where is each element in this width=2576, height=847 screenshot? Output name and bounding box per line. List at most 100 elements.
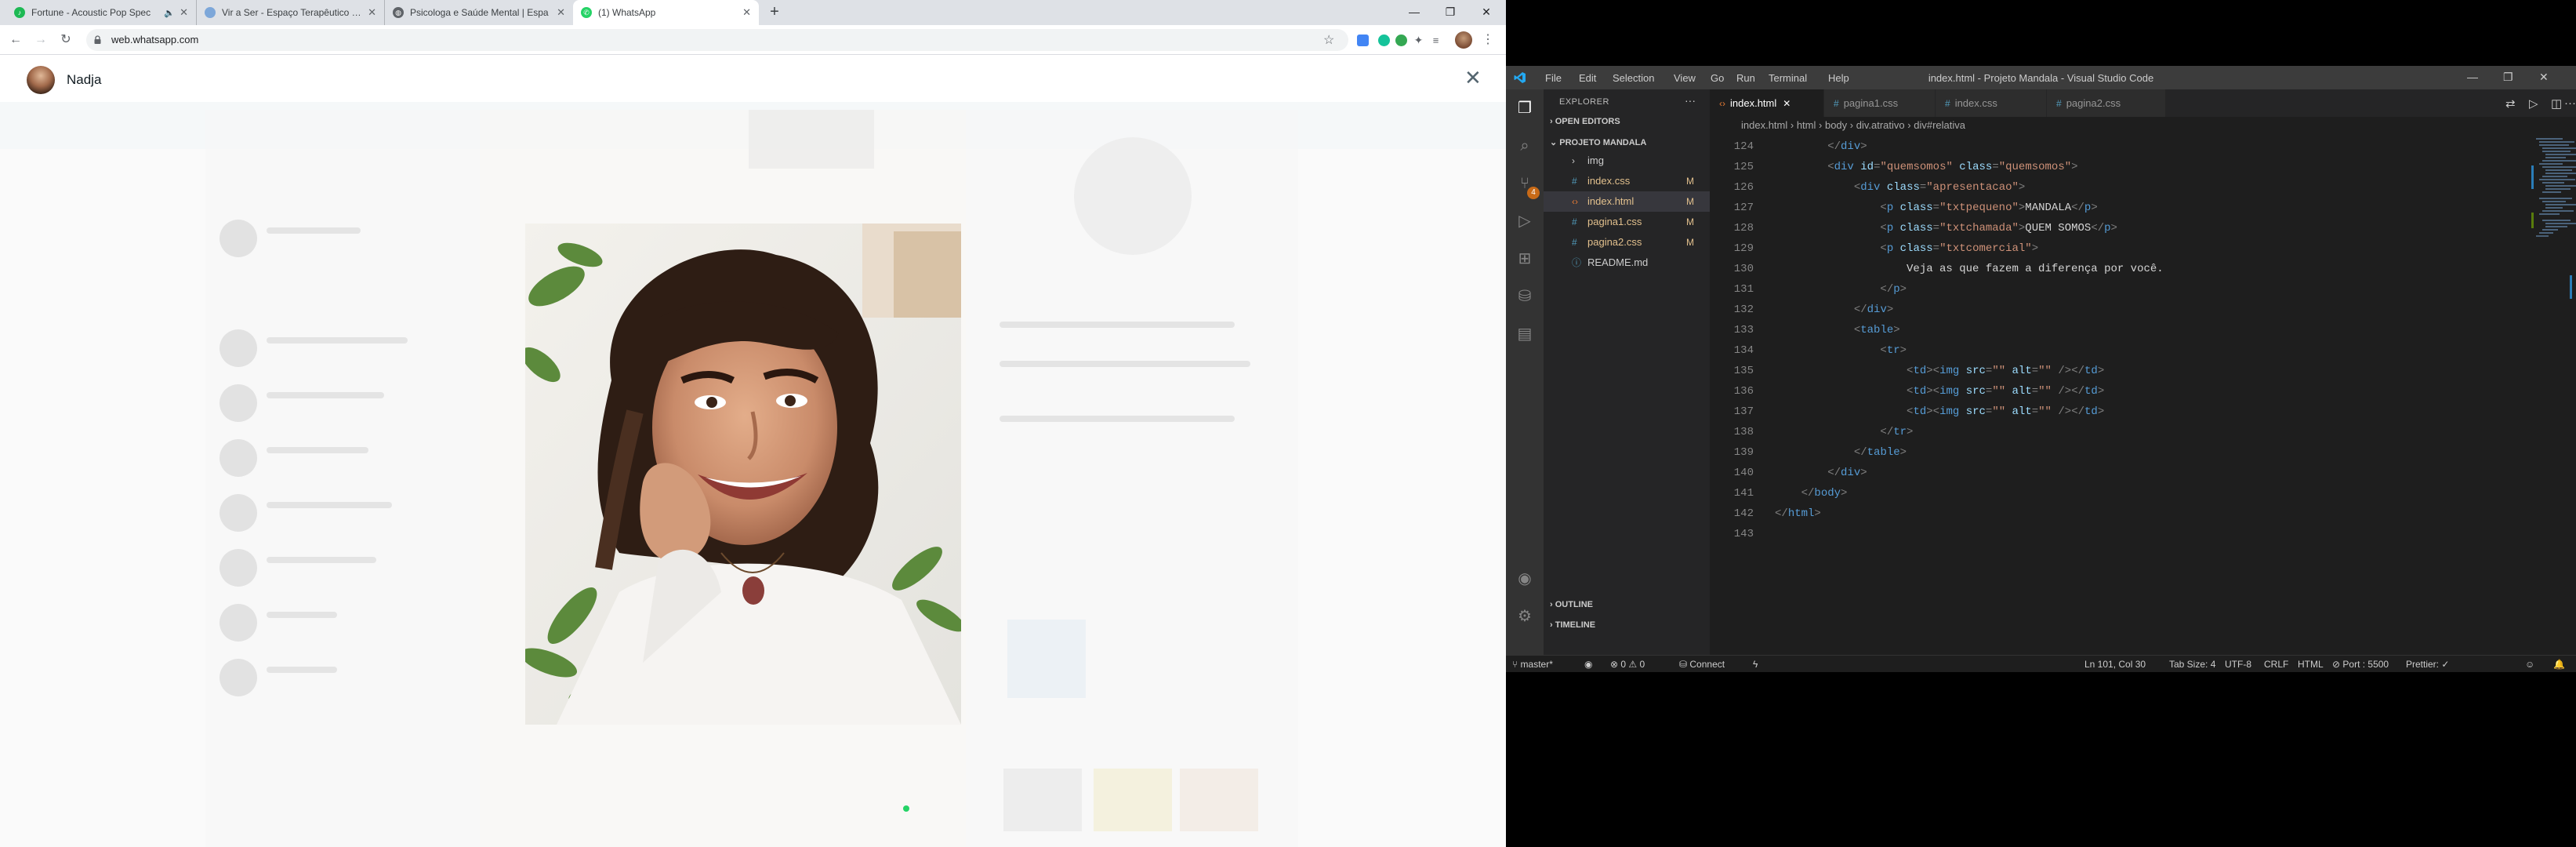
- kebab-menu-icon[interactable]: ⋮: [1482, 31, 1494, 47]
- audio-icon[interactable]: 🔈: [164, 8, 175, 18]
- media-queue-icon[interactable]: ≡: [1430, 35, 1442, 46]
- connect-item[interactable]: ⛁ Connect: [1679, 656, 1725, 673]
- close-tab-icon[interactable]: ✕: [180, 6, 188, 19]
- run-debug-icon[interactable]: ▷: [1515, 212, 1534, 231]
- editor-tab-pagina2-css[interactable]: # pagina2.css: [2047, 89, 2166, 117]
- browser-tab-spotify[interactable]: ♪ Fortune - Acoustic Pop Spec 🔈 ✕: [6, 0, 197, 25]
- code-line[interactable]: <p class="txtcomercial">: [1775, 242, 2038, 255]
- address-bar[interactable]: web.whatsapp.com: [86, 29, 1348, 51]
- feedback-icon[interactable]: ☺: [2525, 656, 2534, 673]
- close-tab-icon[interactable]: ✕: [557, 6, 565, 19]
- bookmark-star-icon[interactable]: ☆: [1323, 32, 1334, 48]
- extensions-icon[interactable]: ⊞: [1515, 249, 1534, 268]
- lock-icon[interactable]: [93, 35, 102, 44]
- new-tab-button[interactable]: +: [765, 3, 784, 22]
- code-line[interactable]: </html>: [1775, 507, 1821, 520]
- code-line[interactable]: Veja as que fazem a diferença por você.: [1775, 263, 2164, 275]
- tree-file-pagina2-css[interactable]: # pagina2.css M: [1544, 232, 1710, 253]
- tab-size[interactable]: Tab Size: 4: [2169, 656, 2215, 673]
- forward-arrow-icon[interactable]: →: [31, 31, 50, 49]
- split-editor-icon[interactable]: ◫: [2551, 96, 2562, 111]
- grammarly-icon[interactable]: [1378, 35, 1390, 46]
- contact-avatar[interactable]: [27, 66, 55, 94]
- minimize-button[interactable]: —: [2467, 71, 2478, 83]
- close-icon[interactable]: ✕: [1464, 66, 1482, 90]
- profile-avatar[interactable]: [1455, 31, 1472, 49]
- reload-icon[interactable]: ↻: [56, 31, 75, 49]
- code-line[interactable]: <p class="txtchamada">QUEM SOMOS</p>: [1775, 222, 2117, 234]
- run-icon[interactable]: ▷: [2529, 96, 2538, 111]
- tree-file-index-html[interactable]: ‹› index.html M: [1544, 191, 1710, 212]
- code-line[interactable]: <p class="txtpequeno">MANDALA</p>: [1775, 202, 2097, 214]
- live-server-item[interactable]: ⊘ Port : 5500: [2332, 656, 2389, 673]
- breadcrumb-item[interactable]: index.html: [1741, 119, 1787, 131]
- close-window-button[interactable]: ✕: [1468, 0, 1504, 25]
- restore-button[interactable]: ❐: [1432, 0, 1468, 25]
- code-line[interactable]: </body>: [1775, 487, 1848, 500]
- open-editors-section[interactable]: › OPEN EDITORS: [1550, 117, 1620, 126]
- database-icon[interactable]: ⛁: [1515, 287, 1534, 306]
- code-line[interactable]: <table>: [1775, 324, 1900, 336]
- media-photo[interactable]: [525, 224, 961, 725]
- editor-tab-index-css[interactable]: # index.css: [1936, 89, 2047, 117]
- gear-icon[interactable]: ⚙: [1515, 607, 1534, 626]
- code-line[interactable]: <div class="apresentacao">: [1775, 181, 2025, 194]
- restore-button[interactable]: ❐: [2503, 71, 2513, 84]
- encoding[interactable]: UTF-8: [2225, 656, 2251, 673]
- minimize-button[interactable]: —: [1396, 0, 1432, 25]
- code-line[interactable]: </div>: [1775, 140, 1867, 153]
- close-window-button[interactable]: ✕: [2539, 71, 2549, 84]
- close-tab-icon[interactable]: ✕: [368, 6, 376, 19]
- close-tab-icon[interactable]: ✕: [1783, 98, 1791, 109]
- tree-file-pagina1-css[interactable]: # pagina1.css M: [1544, 212, 1710, 232]
- compare-changes-icon[interactable]: ⇄: [2505, 96, 2516, 111]
- breadcrumb-item[interactable]: div#relativa: [1914, 119, 1965, 131]
- code-line[interactable]: </table>: [1775, 446, 1907, 459]
- search-icon[interactable]: ⌕: [1515, 136, 1534, 155]
- breadcrumb-item[interactable]: body: [1825, 119, 1847, 131]
- breadcrumb-item[interactable]: html: [1797, 119, 1816, 131]
- tree-file-index-css[interactable]: # index.css M: [1544, 171, 1710, 191]
- puzzle-icon[interactable]: ✦: [1413, 35, 1424, 46]
- code-line[interactable]: <tr>: [1775, 344, 1907, 357]
- explorer-files-icon[interactable]: ❐: [1515, 99, 1534, 118]
- more-actions-icon[interactable]: ···: [1685, 94, 1696, 107]
- eye-icon[interactable]: ◉: [1584, 656, 1592, 673]
- code-line[interactable]: </div>: [1775, 304, 1893, 316]
- notebook-icon[interactable]: ▤: [1515, 325, 1534, 344]
- lightning-icon[interactable]: ϟ: [1753, 656, 1758, 673]
- editor-tab-index-html[interactable]: ‹› index.html ✕: [1710, 89, 1824, 117]
- breadcrumb-item[interactable]: div.atrativo: [1856, 119, 1905, 131]
- code-line[interactable]: </p>: [1775, 283, 1907, 296]
- browser-tab-virase[interactable]: Vir a Ser - Espaço Terapêutico - E ✕: [197, 0, 385, 25]
- timeline-section[interactable]: › TIMELINE: [1550, 620, 1595, 630]
- account-icon[interactable]: ◉: [1515, 569, 1534, 588]
- code-line[interactable]: <td><img src="" alt="" /></td>: [1775, 365, 2104, 377]
- extension-icon[interactable]: [1357, 35, 1369, 46]
- cursor-position[interactable]: Ln 101, Col 30: [2084, 656, 2146, 673]
- problems-item[interactable]: ⊗ 0 ⚠ 0: [1610, 656, 1645, 673]
- tree-folder-img[interactable]: › img: [1544, 151, 1710, 171]
- extension-icon[interactable]: [1395, 35, 1407, 46]
- browser-tab-whatsapp[interactable]: ✆ (1) WhatsApp ✕: [573, 0, 759, 25]
- editor-tab-pagina1-css[interactable]: # pagina1.css: [1824, 89, 1936, 117]
- tree-file-readme[interactable]: ⓘ README.md: [1544, 253, 1710, 273]
- code-line[interactable]: <div id="quemsomos" class="quemsomos">: [1775, 161, 2077, 173]
- line-ending[interactable]: CRLF: [2264, 656, 2288, 673]
- more-actions-icon[interactable]: ···: [2564, 96, 2576, 110]
- contact-name[interactable]: Nadja: [67, 72, 101, 88]
- minimap[interactable]: [2531, 134, 2576, 369]
- back-arrow-icon[interactable]: ←: [6, 31, 25, 49]
- notifications-bell-icon[interactable]: 🔔: [2553, 656, 2565, 673]
- code-line[interactable]: </div>: [1775, 467, 1867, 479]
- project-section[interactable]: ⌄ PROJETO MANDALA: [1550, 137, 1646, 147]
- git-branch-item[interactable]: ⑂ master*: [1512, 656, 1553, 673]
- language-mode[interactable]: HTML: [2298, 656, 2324, 673]
- close-tab-icon[interactable]: ✕: [742, 6, 751, 19]
- code-line[interactable]: <td><img src="" alt="" /></td>: [1775, 405, 2104, 418]
- code-editor[interactable]: 124 </div> 125 <div id="quemsomos" class=…: [1710, 134, 2576, 655]
- code-line[interactable]: <td><img src="" alt="" /></td>: [1775, 385, 2104, 398]
- prettier-status[interactable]: Prettier: ✓: [2406, 656, 2449, 673]
- browser-tab-psicologa[interactable]: ◍ Psicologa e Saúde Mental | Espa ✕: [385, 0, 573, 25]
- code-line[interactable]: </tr>: [1775, 426, 1913, 438]
